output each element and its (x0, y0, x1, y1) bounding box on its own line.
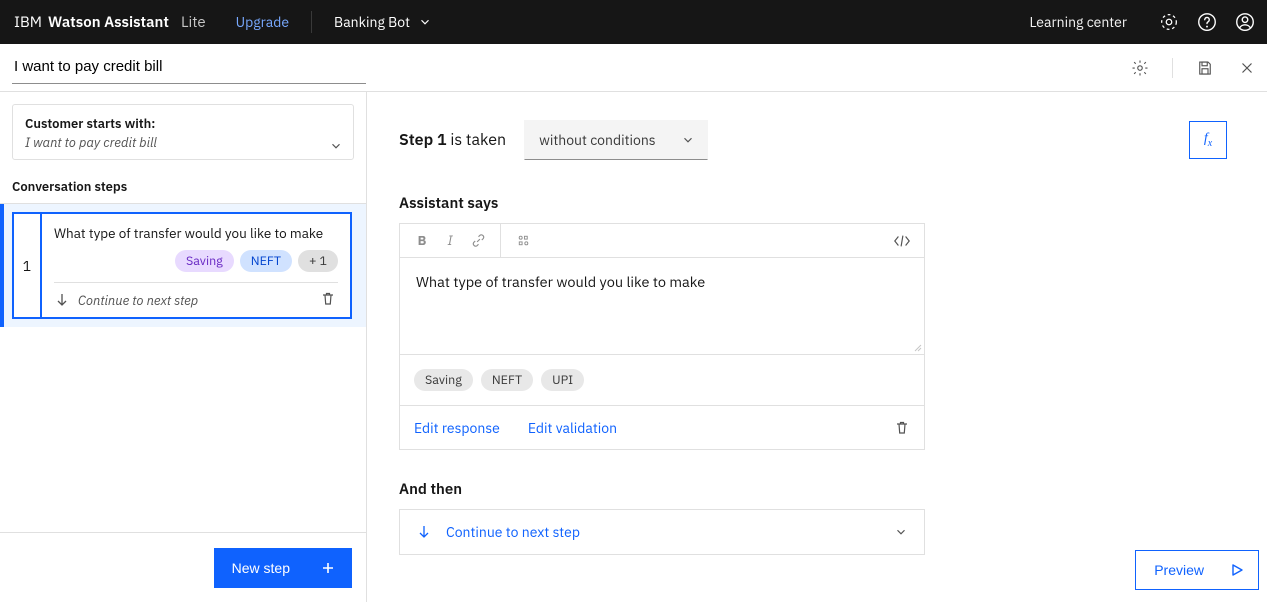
response-editor: B I What type of transfer would you like… (399, 223, 925, 355)
response-text-area[interactable]: What type of transfer would you like to … (400, 258, 924, 354)
preview-label: Preview (1154, 562, 1204, 578)
edit-response-link[interactable]: Edit response (414, 419, 500, 437)
play-icon (1230, 563, 1244, 577)
account-icon[interactable] (1231, 8, 1259, 36)
option-pill-more: + 1 (298, 250, 338, 272)
step-question: What type of transfer would you like to … (54, 224, 338, 242)
sidebar: Customer starts with: I want to pay cred… (0, 92, 367, 602)
step-taken-row: Step 1 is taken without conditions fx (399, 120, 1227, 160)
learning-center-link[interactable]: Learning center (1029, 13, 1127, 31)
delete-step-button[interactable] (320, 291, 338, 309)
steps-list: 1 What type of transfer would you like t… (0, 204, 366, 532)
preview-button[interactable]: Preview (1135, 550, 1259, 590)
chevron-down-icon (894, 525, 908, 539)
whats-new-icon[interactable] (1155, 8, 1183, 36)
step-row[interactable]: 1 What type of transfer would you like t… (0, 204, 366, 327)
chevron-down-icon[interactable] (329, 139, 343, 153)
save-icon[interactable] (1195, 58, 1215, 78)
step-card: What type of transfer would you like to … (40, 212, 352, 319)
condition-value: without conditions (539, 131, 656, 149)
trash-icon (894, 420, 910, 436)
option-pill[interactable]: NEFT (481, 369, 533, 391)
settings-icon[interactable] (1130, 58, 1150, 78)
expression-button[interactable]: fx (1189, 121, 1227, 159)
sidebar-footer: New step (0, 532, 366, 602)
option-pill[interactable]: UPI (541, 369, 584, 391)
resize-handle-icon[interactable] (912, 342, 922, 352)
step-number: 1 (12, 212, 40, 319)
link-icon (471, 233, 486, 248)
code-icon (893, 234, 911, 248)
assistant-says-label: Assistant says (399, 194, 1227, 213)
option-pill: Saving (175, 250, 234, 272)
upgrade-link[interactable]: Upgrade (236, 13, 289, 31)
condition-select[interactable]: without conditions (524, 120, 708, 160)
link-button[interactable] (466, 229, 490, 253)
plan-badge: Lite (181, 13, 206, 32)
arrow-down-icon (54, 292, 70, 308)
customer-starts-card[interactable]: Customer starts with: I want to pay cred… (12, 104, 354, 160)
assistant-name: Banking Bot (334, 13, 410, 31)
step-continue-row: Continue to next step (54, 282, 338, 317)
response-options-row: Saving NEFT UPI (399, 355, 925, 406)
delete-response-button[interactable] (894, 420, 910, 436)
continue-label: Continue to next step (78, 292, 312, 309)
brand: IBM Watson Assistant Lite (14, 13, 206, 32)
edit-validation-link[interactable]: Edit validation (528, 419, 617, 437)
brand-prefix: IBM (14, 13, 42, 32)
arrow-down-icon (416, 524, 432, 540)
response-text: What type of transfer would you like to … (416, 272, 705, 291)
customer-starts-example: I want to pay credit bill (25, 134, 341, 151)
option-pill: NEFT (240, 250, 292, 272)
new-step-button[interactable]: New step (214, 548, 352, 588)
chevron-down-icon (681, 133, 695, 147)
divider (1172, 58, 1173, 78)
editor-body: Customer starts with: I want to pay cred… (0, 92, 1267, 602)
and-then-label: And then (399, 480, 1227, 499)
help-icon[interactable] (1193, 8, 1221, 36)
editor-toolbar: B I (400, 224, 924, 258)
variable-icon (516, 233, 531, 248)
assistant-select[interactable]: Banking Bot (334, 13, 432, 31)
divider (311, 11, 312, 33)
and-then-value: Continue to next step (446, 523, 880, 541)
conversation-steps-label: Conversation steps (0, 172, 366, 204)
option-pill[interactable]: Saving (414, 369, 473, 391)
response-actions-row: Edit response Edit validation (399, 406, 925, 450)
plus-icon (320, 560, 336, 576)
chevron-down-icon (418, 15, 432, 29)
step-taken-label: Step 1 is taken (399, 130, 506, 150)
action-title-input[interactable] (12, 52, 332, 81)
step-editor: Step 1 is taken without conditions fx As… (367, 92, 1267, 602)
new-step-label: New step (232, 560, 290, 576)
action-title-row (0, 44, 1267, 92)
code-view-button[interactable] (890, 229, 914, 253)
close-icon[interactable] (1237, 58, 1257, 78)
customer-starts-label: Customer starts with: (25, 115, 341, 132)
bold-button[interactable]: B (410, 229, 434, 253)
top-bar: IBM Watson Assistant Lite Upgrade Bankin… (0, 0, 1267, 44)
step-pill-row: Saving NEFT + 1 (54, 250, 338, 272)
and-then-select[interactable]: Continue to next step (399, 509, 925, 555)
italic-button[interactable]: I (438, 229, 462, 253)
insert-variable-button[interactable] (511, 229, 535, 253)
brand-product: Watson Assistant (48, 13, 169, 32)
